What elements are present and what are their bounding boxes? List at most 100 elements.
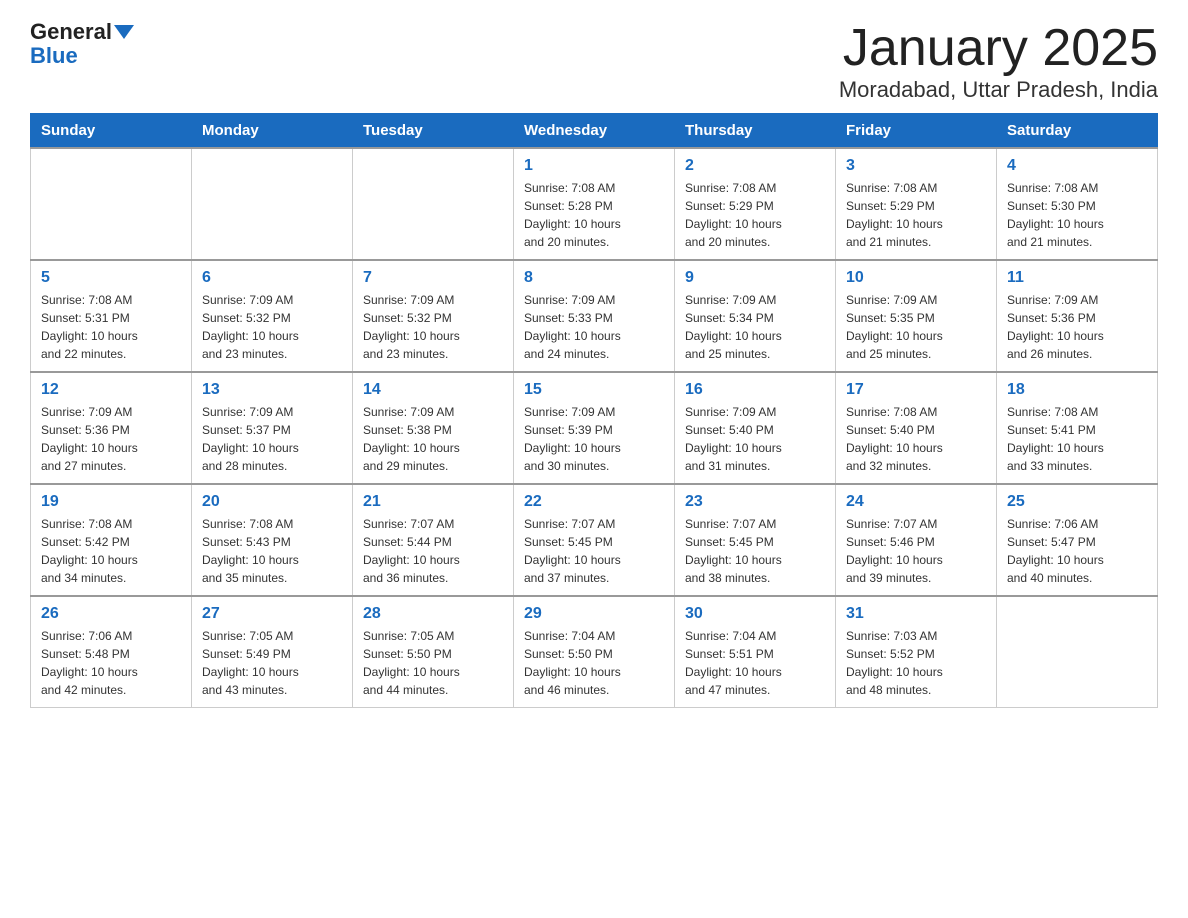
day-number: 29 xyxy=(524,605,664,623)
day-number: 8 xyxy=(524,269,664,287)
day-number: 17 xyxy=(846,381,986,399)
calendar-cell: 13Sunrise: 7:09 AM Sunset: 5:37 PM Dayli… xyxy=(192,372,353,484)
day-info: Sunrise: 7:09 AM Sunset: 5:38 PM Dayligh… xyxy=(363,403,503,475)
day-header-thursday: Thursday xyxy=(675,114,836,149)
day-info: Sunrise: 7:09 AM Sunset: 5:32 PM Dayligh… xyxy=(363,291,503,363)
calendar-cell: 14 Sunrise: 7:09 AM Sunset: 5:38 PM Dayli… xyxy=(353,372,514,484)
logo-blue: Blue xyxy=(30,44,78,68)
day-info: Sunrise: 7:09 AM Sunset: 5:36 PM Dayligh… xyxy=(41,403,181,475)
calendar-cell: 11 Sunrise: 7:09 AM Sunset: 5:36 PM Dayli… xyxy=(997,260,1158,372)
day-number: 31 xyxy=(846,605,986,623)
month-title: January 2025 xyxy=(839,20,1158,77)
calendar-cell xyxy=(192,148,353,260)
calendar-cell: 8 Sunrise: 7:09 AM Sunset: 5:33 PM Daylig… xyxy=(514,260,675,372)
day-header-wednesday: Wednesday xyxy=(514,114,675,149)
day-number: 23 xyxy=(685,493,825,511)
day-number: 9 xyxy=(685,269,825,287)
calendar-cell: 25 Sunrise: 7:06 AM Sunset: 5:47 PM Dayli… xyxy=(997,484,1158,596)
day-header-tuesday: Tuesday xyxy=(353,114,514,149)
day-number: 28 xyxy=(363,605,503,623)
page-header: General Blue January 2025 Moradabad, Utt… xyxy=(30,20,1158,103)
day-info: Sunrise: 7:08 AM Sunset: 5:29 PM Dayligh… xyxy=(685,179,825,251)
day-number: 18 xyxy=(1007,381,1147,399)
day-info: Sunrise: 7:08 AM Sunset: 5:28 PM Dayligh… xyxy=(524,179,664,251)
day-number: 16 xyxy=(685,381,825,399)
day-number: 3 xyxy=(846,157,986,175)
calendar-cell: 22 Sunrise: 7:07 AM Sunset: 5:45 PM Dayli… xyxy=(514,484,675,596)
day-info: Sunrise: 7:09 AM Sunset: 5:35 PM Dayligh… xyxy=(846,291,986,363)
calendar-cell: 3 Sunrise: 7:08 AM Sunset: 5:29 PM Daylig… xyxy=(836,148,997,260)
week-row-3: 12 Sunrise: 7:09 AM Sunset: 5:36 PM Dayli… xyxy=(31,372,1158,484)
calendar-cell: 5Sunrise: 7:08 AM Sunset: 5:31 PM Daylig… xyxy=(31,260,192,372)
day-info: Sunrise: 7:08 AM Sunset: 5:29 PM Dayligh… xyxy=(846,179,986,251)
day-info: Sunrise: 7:08 AM Sunset: 5:30 PM Dayligh… xyxy=(1007,179,1147,251)
logo-general: General xyxy=(30,20,112,44)
day-number: 2 xyxy=(685,157,825,175)
day-number: 19 xyxy=(41,493,181,511)
day-number: 14 xyxy=(363,381,503,399)
day-number: 12 xyxy=(41,381,181,399)
calendar-cell: 30Sunrise: 7:04 AM Sunset: 5:51 PM Dayli… xyxy=(675,596,836,708)
day-info: Sunrise: 7:08 AM Sunset: 5:41 PM Dayligh… xyxy=(1007,403,1147,475)
calendar-cell xyxy=(31,148,192,260)
day-number: 11 xyxy=(1007,269,1147,287)
day-header-sunday: Sunday xyxy=(31,114,192,149)
calendar-cell: 18 Sunrise: 7:08 AM Sunset: 5:41 PM Dayli… xyxy=(997,372,1158,484)
day-number: 15 xyxy=(524,381,664,399)
day-number: 5 xyxy=(41,269,181,287)
calendar-cell: 7 Sunrise: 7:09 AM Sunset: 5:32 PM Daylig… xyxy=(353,260,514,372)
day-number: 25 xyxy=(1007,493,1147,511)
day-header-monday: Monday xyxy=(192,114,353,149)
day-number: 21 xyxy=(363,493,503,511)
calendar-cell: 6Sunrise: 7:09 AM Sunset: 5:32 PM Daylig… xyxy=(192,260,353,372)
week-row-1: 1 Sunrise: 7:08 AM Sunset: 5:28 PM Daylig… xyxy=(31,148,1158,260)
day-number: 26 xyxy=(41,605,181,623)
day-info: Sunrise: 7:09 AM Sunset: 5:33 PM Dayligh… xyxy=(524,291,664,363)
calendar-table: SundayMondayTuesdayWednesdayThursdayFrid… xyxy=(30,113,1158,708)
calendar-cell: 21Sunrise: 7:07 AM Sunset: 5:44 PM Dayli… xyxy=(353,484,514,596)
day-info: Sunrise: 7:05 AM Sunset: 5:50 PM Dayligh… xyxy=(363,627,503,699)
day-info: Sunrise: 7:06 AM Sunset: 5:48 PM Dayligh… xyxy=(41,627,181,699)
day-info: Sunrise: 7:07 AM Sunset: 5:45 PM Dayligh… xyxy=(524,515,664,587)
calendar-cell: 26 Sunrise: 7:06 AM Sunset: 5:48 PM Dayli… xyxy=(31,596,192,708)
calendar-cell: 1 Sunrise: 7:08 AM Sunset: 5:28 PM Daylig… xyxy=(514,148,675,260)
day-info: Sunrise: 7:08 AM Sunset: 5:42 PM Dayligh… xyxy=(41,515,181,587)
calendar-cell: 24 Sunrise: 7:07 AM Sunset: 5:46 PM Dayli… xyxy=(836,484,997,596)
day-info: Sunrise: 7:05 AM Sunset: 5:49 PM Dayligh… xyxy=(202,627,342,699)
day-number: 1 xyxy=(524,157,664,175)
calendar-cell: 12 Sunrise: 7:09 AM Sunset: 5:36 PM Dayli… xyxy=(31,372,192,484)
calendar-cell: 16 Sunrise: 7:09 AM Sunset: 5:40 PM Dayli… xyxy=(675,372,836,484)
calendar-cell: 19 Sunrise: 7:08 AM Sunset: 5:42 PM Dayli… xyxy=(31,484,192,596)
calendar-cell: 29 Sunrise: 7:04 AM Sunset: 5:50 PM Dayli… xyxy=(514,596,675,708)
day-number: 24 xyxy=(846,493,986,511)
day-number: 7 xyxy=(363,269,503,287)
day-info: Sunrise: 7:07 AM Sunset: 5:46 PM Dayligh… xyxy=(846,515,986,587)
day-info: Sunrise: 7:09 AM Sunset: 5:37 PM Dayligh… xyxy=(202,403,342,475)
day-info: Sunrise: 7:09 AM Sunset: 5:39 PM Dayligh… xyxy=(524,403,664,475)
calendar-cell: 4 Sunrise: 7:08 AM Sunset: 5:30 PM Daylig… xyxy=(997,148,1158,260)
day-info: Sunrise: 7:09 AM Sunset: 5:40 PM Dayligh… xyxy=(685,403,825,475)
calendar-header-row: SundayMondayTuesdayWednesdayThursdayFrid… xyxy=(31,114,1158,149)
day-number: 27 xyxy=(202,605,342,623)
calendar-cell: 2 Sunrise: 7:08 AM Sunset: 5:29 PM Daylig… xyxy=(675,148,836,260)
day-number: 6 xyxy=(202,269,342,287)
day-number: 30 xyxy=(685,605,825,623)
day-info: Sunrise: 7:03 AM Sunset: 5:52 PM Dayligh… xyxy=(846,627,986,699)
day-number: 4 xyxy=(1007,157,1147,175)
day-info: Sunrise: 7:09 AM Sunset: 5:36 PM Dayligh… xyxy=(1007,291,1147,363)
day-header-saturday: Saturday xyxy=(997,114,1158,149)
day-info: Sunrise: 7:09 AM Sunset: 5:34 PM Dayligh… xyxy=(685,291,825,363)
calendar-cell xyxy=(353,148,514,260)
day-info: Sunrise: 7:04 AM Sunset: 5:50 PM Dayligh… xyxy=(524,627,664,699)
week-row-4: 19 Sunrise: 7:08 AM Sunset: 5:42 PM Dayli… xyxy=(31,484,1158,596)
logo: General Blue xyxy=(30,20,134,68)
week-row-2: 5Sunrise: 7:08 AM Sunset: 5:31 PM Daylig… xyxy=(31,260,1158,372)
calendar-cell: 20 Sunrise: 7:08 AM Sunset: 5:43 PM Dayli… xyxy=(192,484,353,596)
day-number: 20 xyxy=(202,493,342,511)
calendar-cell: 28 Sunrise: 7:05 AM Sunset: 5:50 PM Dayli… xyxy=(353,596,514,708)
day-info: Sunrise: 7:08 AM Sunset: 5:43 PM Dayligh… xyxy=(202,515,342,587)
day-number: 22 xyxy=(524,493,664,511)
day-info: Sunrise: 7:06 AM Sunset: 5:47 PM Dayligh… xyxy=(1007,515,1147,587)
day-header-friday: Friday xyxy=(836,114,997,149)
location-title: Moradabad, Uttar Pradesh, India xyxy=(839,77,1158,103)
